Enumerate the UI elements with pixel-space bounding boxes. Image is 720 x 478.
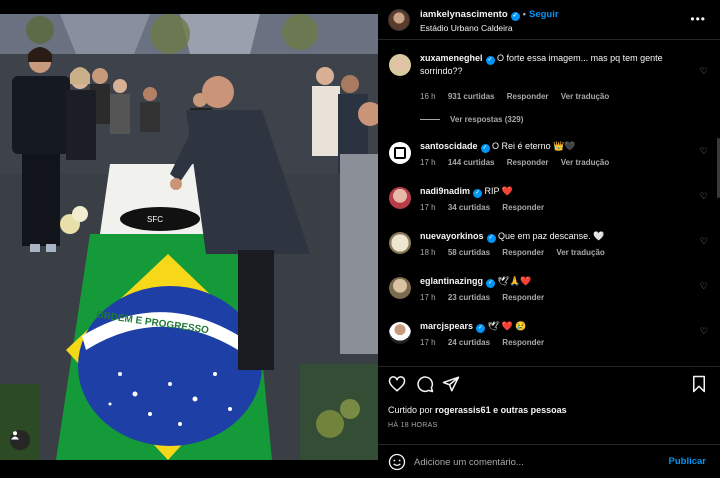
reply-button[interactable]: Responder [502,203,544,212]
translate-button[interactable]: Ver tradução [561,158,609,167]
comment-likes[interactable]: 931 curtidas [448,92,495,101]
heart-icon[interactable]: ♡ [700,146,708,157]
comment-username[interactable]: nadi9nadim [420,186,470,196]
comment-time[interactable]: 17 h [420,203,436,212]
comments-list: xuxameneghel ✓ O forte essa imagem... mas… [378,52,720,362]
comment-time[interactable]: 16 h [420,92,436,101]
publish-button[interactable]: Publicar [669,456,707,467]
author-line: iamkelynascimento ✓ • Seguir [420,9,559,21]
commenter-avatar[interactable] [389,232,411,254]
bookmark-icon[interactable] [690,375,708,393]
heart-icon[interactable] [388,375,406,393]
comment-username[interactable]: xuxameneghel [420,53,483,63]
commenter-avatar[interactable] [389,54,411,76]
view-replies-label: Ver respostas (329) [450,115,524,124]
post-actions: Curtido por rogerassis61 e outras pessoa… [378,366,720,446]
liked-by-line[interactable]: Curtido por rogerassis61 e outras pessoa… [388,405,567,415]
comment-text: Que em paz descanse. 🤍 [498,231,605,241]
comment-text-block: xuxameneghel ✓ O forte essa imagem... mas… [420,52,690,77]
svg-text:SFC: SFC [147,215,163,224]
comment-username[interactable]: nuevayorkinos [420,231,484,241]
commenter-avatar[interactable] [389,322,411,344]
comment-username[interactable]: eglantinazingg [420,276,483,286]
comment-composer: Publicar [378,444,720,478]
comment-meta: 16 h 931 curtidas Responder Ver tradução [420,92,619,101]
verified-badge-icon: ✓ [486,234,496,243]
comment-username[interactable]: santoscidade [420,141,478,151]
reply-button[interactable]: Responder [502,248,544,257]
heart-icon[interactable]: ♡ [700,236,708,247]
comment-text-block: nuevayorkinos ✓ Que em paz descanse. 🤍 [420,230,690,243]
post-modal: SFC ORDEM E PROGRESSO iamkelynascimento … [0,0,720,478]
post-photo: SFC ORDEM E PROGRESSO [0,14,378,460]
comment-time[interactable]: 17 h [420,158,436,167]
commenter-avatar[interactable] [389,187,411,209]
verified-badge-icon: ✓ [485,56,495,65]
heart-icon[interactable]: ♡ [700,281,708,292]
comment-icon[interactable] [416,375,434,393]
comment-username[interactable]: marcjspears [420,321,473,331]
comment-likes[interactable]: 34 curtidas [448,203,490,212]
post-image[interactable]: SFC ORDEM E PROGRESSO [0,14,378,460]
author-username[interactable]: iamkelynascimento [420,9,508,20]
liked-by-prefix: Curtido por [388,405,436,415]
translate-button[interactable]: Ver tradução [556,248,604,257]
commenter-avatar[interactable] [389,142,411,164]
comment-meta: 18 h 58 curtidas Responder Ver tradução [420,248,615,257]
share-icon[interactable] [442,375,460,393]
liked-by-user[interactable]: rogerassis61 [435,405,491,415]
more-options-icon[interactable]: ••• [690,12,706,26]
comment-text: 🕊 ❤️ 😢 [487,321,527,331]
verified-badge-icon: ✓ [486,279,495,288]
reply-button[interactable]: Responder [502,338,544,347]
post-timestamp[interactable]: HÁ 18 HORAS [388,422,438,429]
author-avatar[interactable] [388,9,410,31]
heart-icon[interactable]: ♡ [700,191,708,202]
replies-divider [420,119,440,121]
comment-likes[interactable]: 24 curtidas [448,338,490,347]
follow-button[interactable]: Seguir [529,9,559,20]
heart-icon[interactable]: ♡ [700,326,708,337]
comment-likes[interactable]: 58 curtidas [448,248,490,257]
comment-time[interactable]: 18 h [420,248,436,257]
verified-badge-icon: ✓ [473,189,483,198]
comment-meta: 17 h 34 curtidas Responder [420,203,554,212]
verified-badge-icon: ✓ [510,12,520,21]
comment-text: RIP ❤️ [484,186,514,196]
verified-badge-icon: ✓ [480,144,490,153]
comment-text: 🕊🙏❤️ [497,276,532,286]
reply-button[interactable]: Responder [502,293,544,302]
verified-badge-icon: ✓ [476,324,486,333]
view-replies-button[interactable]: Ver respostas (329) [420,115,523,124]
commenter-avatar[interactable] [389,277,411,299]
emoji-icon[interactable] [388,453,406,471]
post-side-panel: iamkelynascimento ✓ • Seguir Estádio Urbano… [378,0,720,478]
reply-button[interactable]: Responder [507,92,549,101]
reply-button[interactable]: Responder [507,158,549,167]
comment-text-block: nadi9nadim ✓ RIP ❤️ [420,185,690,198]
comment-text-block: marcjspears ✓ 🕊 ❤️ 😢 [420,320,690,333]
comment-likes[interactable]: 23 curtidas [448,293,490,302]
comment-likes[interactable]: 144 curtidas [448,158,495,167]
separator-dot: • [522,9,526,20]
comment-meta: 17 h 24 curtidas Responder [420,338,554,347]
comment-text-block: santoscidade ✓ O Rei é eterno 👑🖤 [420,140,690,153]
heart-icon[interactable]: ♡ [700,66,708,77]
liked-by-suffix[interactable]: e outras pessoas [491,405,567,415]
comment-meta: 17 h 144 curtidas Responder Ver tradução [420,158,619,167]
comment-time[interactable]: 17 h [420,338,436,347]
user-tag-icon[interactable] [10,430,30,450]
comment-time[interactable]: 17 h [420,293,436,302]
comment-text: O Rei é eterno 👑🖤 [492,141,576,151]
comment-meta: 17 h 23 curtidas Responder [420,293,554,302]
comment-input[interactable] [414,453,644,471]
comment-text-block: eglantinazingg ✓ 🕊🙏❤️ [420,275,690,288]
post-location[interactable]: Estádio Urbano Caldeira [420,23,513,33]
translate-button[interactable]: Ver tradução [561,92,609,101]
post-header: iamkelynascimento ✓ • Seguir Estádio Urbano… [378,0,720,40]
